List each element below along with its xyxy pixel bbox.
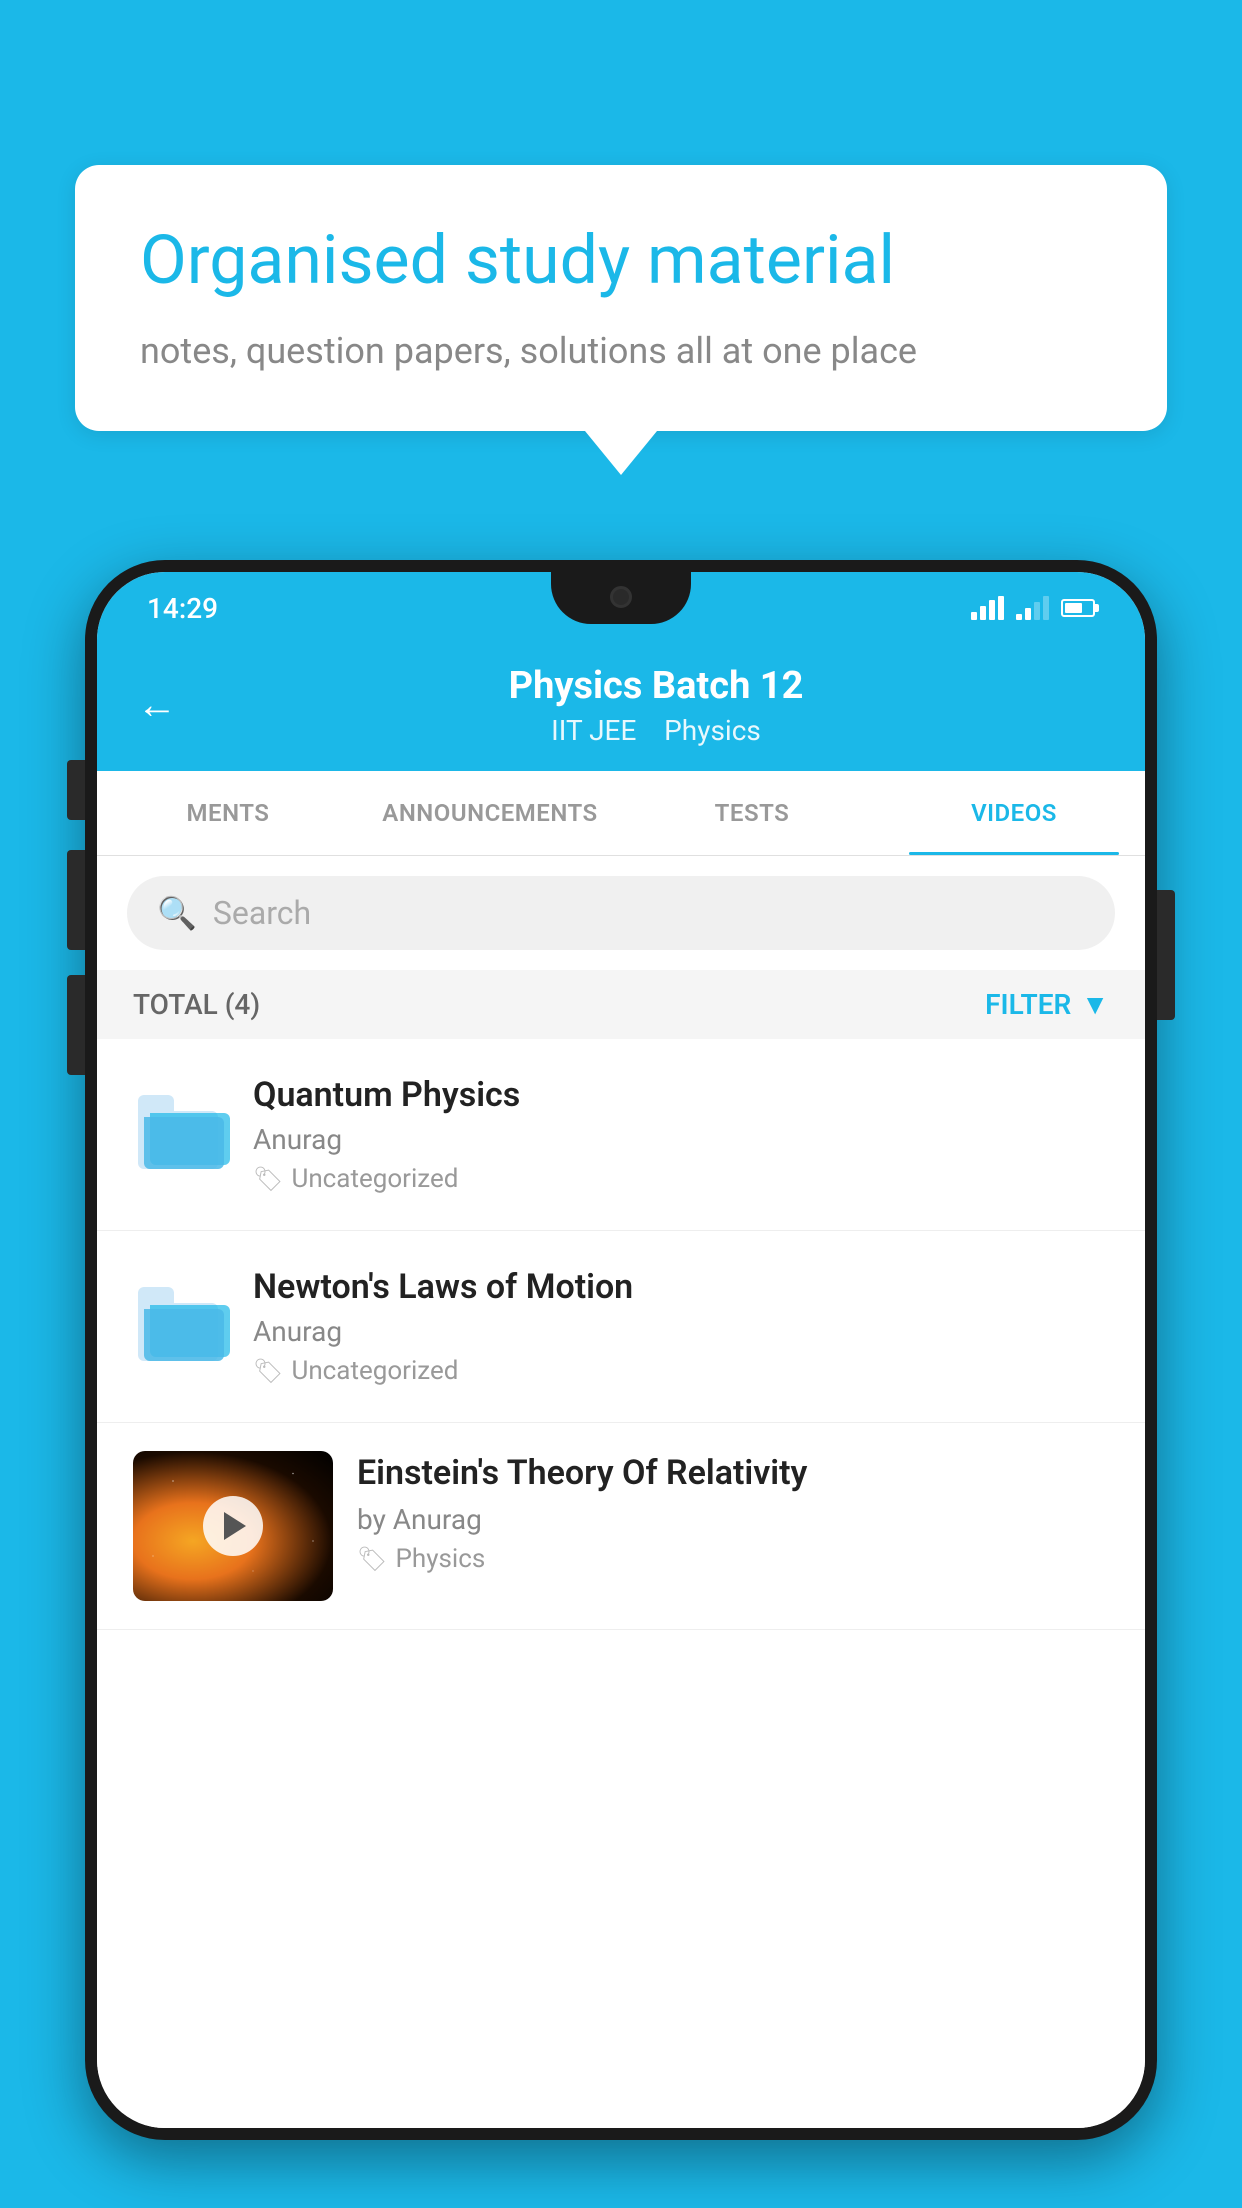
total-count: TOTAL (4): [133, 988, 260, 1021]
tag-label: Uncategorized: [291, 1164, 458, 1194]
phone-screen: 14:29 ← Physics Batch 12: [97, 572, 1145, 2128]
status-icons: [971, 596, 1095, 620]
list-item[interactable]: Einstein's Theory Of Relativity by Anura…: [97, 1423, 1145, 1630]
filter-button[interactable]: FILTER ▼: [985, 988, 1109, 1021]
search-bar[interactable]: 🔍 Search: [127, 876, 1115, 950]
header-subtitle: IIT JEE Physics: [207, 714, 1105, 747]
header-title: Physics Batch 12: [207, 664, 1105, 710]
item-title: Newton's Laws of Motion: [253, 1267, 1109, 1307]
tab-announcements[interactable]: ANNOUNCEMENTS: [359, 771, 621, 855]
status-bar: 14:29: [97, 572, 1145, 644]
bubble-title: Organised study material: [140, 220, 1102, 302]
front-camera: [610, 586, 632, 608]
battery-fill: [1065, 603, 1082, 613]
tag-label: Uncategorized: [291, 1356, 458, 1386]
folder-icon: [138, 1099, 218, 1169]
wifi-icon: [971, 596, 1004, 620]
header-title-section: Physics Batch 12 IIT JEE Physics: [207, 664, 1105, 747]
folder-front: [144, 1117, 224, 1169]
power-button: [1157, 890, 1175, 1020]
tag-label: Physics: [395, 1544, 485, 1574]
speech-bubble-card: Organised study material notes, question…: [75, 165, 1167, 431]
item-tag: 🏷 Uncategorized: [253, 1164, 1109, 1194]
filter-row: TOTAL (4) FILTER ▼: [97, 970, 1145, 1039]
tab-videos[interactable]: VIDEOS: [883, 771, 1145, 855]
list-item[interactable]: Quantum Physics Anurag 🏷 Uncategorized: [97, 1039, 1145, 1231]
filter-label: FILTER: [985, 988, 1071, 1021]
item-tag: 🏷 Uncategorized: [253, 1356, 1109, 1386]
content-list: Quantum Physics Anurag 🏷 Uncategorized: [97, 1039, 1145, 2128]
tab-ments[interactable]: MENTS: [97, 771, 359, 855]
item-author: Anurag: [253, 1315, 1109, 1348]
search-placeholder: Search: [213, 894, 311, 932]
tag-icon: 🏷: [253, 1357, 283, 1385]
bubble-arrow: [585, 431, 657, 475]
header-tag1: IIT JEE: [551, 714, 636, 747]
bubble-subtitle: notes, question papers, solutions all at…: [140, 326, 1102, 376]
item-info: Newton's Laws of Motion Anurag 🏷 Uncateg…: [253, 1267, 1109, 1386]
item-tag: 🏷 Physics: [357, 1544, 1109, 1574]
item-icon-wrap: [133, 1084, 223, 1184]
item-author: by Anurag: [357, 1503, 1109, 1536]
search-bar-wrapper: 🔍 Search: [97, 856, 1145, 970]
signal-icon: [1016, 596, 1049, 620]
item-title: Quantum Physics: [253, 1075, 1109, 1115]
play-icon: [224, 1512, 246, 1540]
item-info: Einstein's Theory Of Relativity by Anura…: [357, 1451, 1109, 1574]
folder-icon: [138, 1291, 218, 1361]
filter-icon: ▼: [1081, 988, 1109, 1021]
header-tag2: Physics: [664, 714, 761, 747]
video-thumbnail: [133, 1451, 333, 1601]
tabs-bar: MENTS ANNOUNCEMENTS TESTS VIDEOS: [97, 771, 1145, 856]
item-icon-wrap: [133, 1276, 223, 1376]
speech-bubble-section: Organised study material notes, question…: [75, 165, 1167, 475]
phone-outer: 14:29 ← Physics Batch 12: [85, 560, 1157, 2140]
notch: [551, 572, 691, 624]
search-icon: 🔍: [157, 894, 197, 932]
app-header: ← Physics Batch 12 IIT JEE Physics: [97, 644, 1145, 771]
mute-button: [67, 760, 85, 820]
item-author: Anurag: [253, 1123, 1109, 1156]
volume-down-button: [67, 975, 85, 1075]
tab-tests[interactable]: TESTS: [621, 771, 883, 855]
folder-front: [144, 1309, 224, 1361]
battery-icon: [1061, 599, 1095, 617]
play-button[interactable]: [203, 1496, 263, 1556]
list-item[interactable]: Newton's Laws of Motion Anurag 🏷 Uncateg…: [97, 1231, 1145, 1423]
item-info: Quantum Physics Anurag 🏷 Uncategorized: [253, 1075, 1109, 1194]
phone-mockup: 14:29 ← Physics Batch 12: [85, 560, 1157, 2208]
item-title: Einstein's Theory Of Relativity: [357, 1451, 1109, 1495]
tag-icon: 🏷: [357, 1545, 387, 1573]
back-button[interactable]: ←: [137, 685, 177, 725]
tag-icon: 🏷: [253, 1165, 283, 1193]
status-time: 14:29: [147, 592, 218, 625]
volume-up-button: [67, 850, 85, 950]
